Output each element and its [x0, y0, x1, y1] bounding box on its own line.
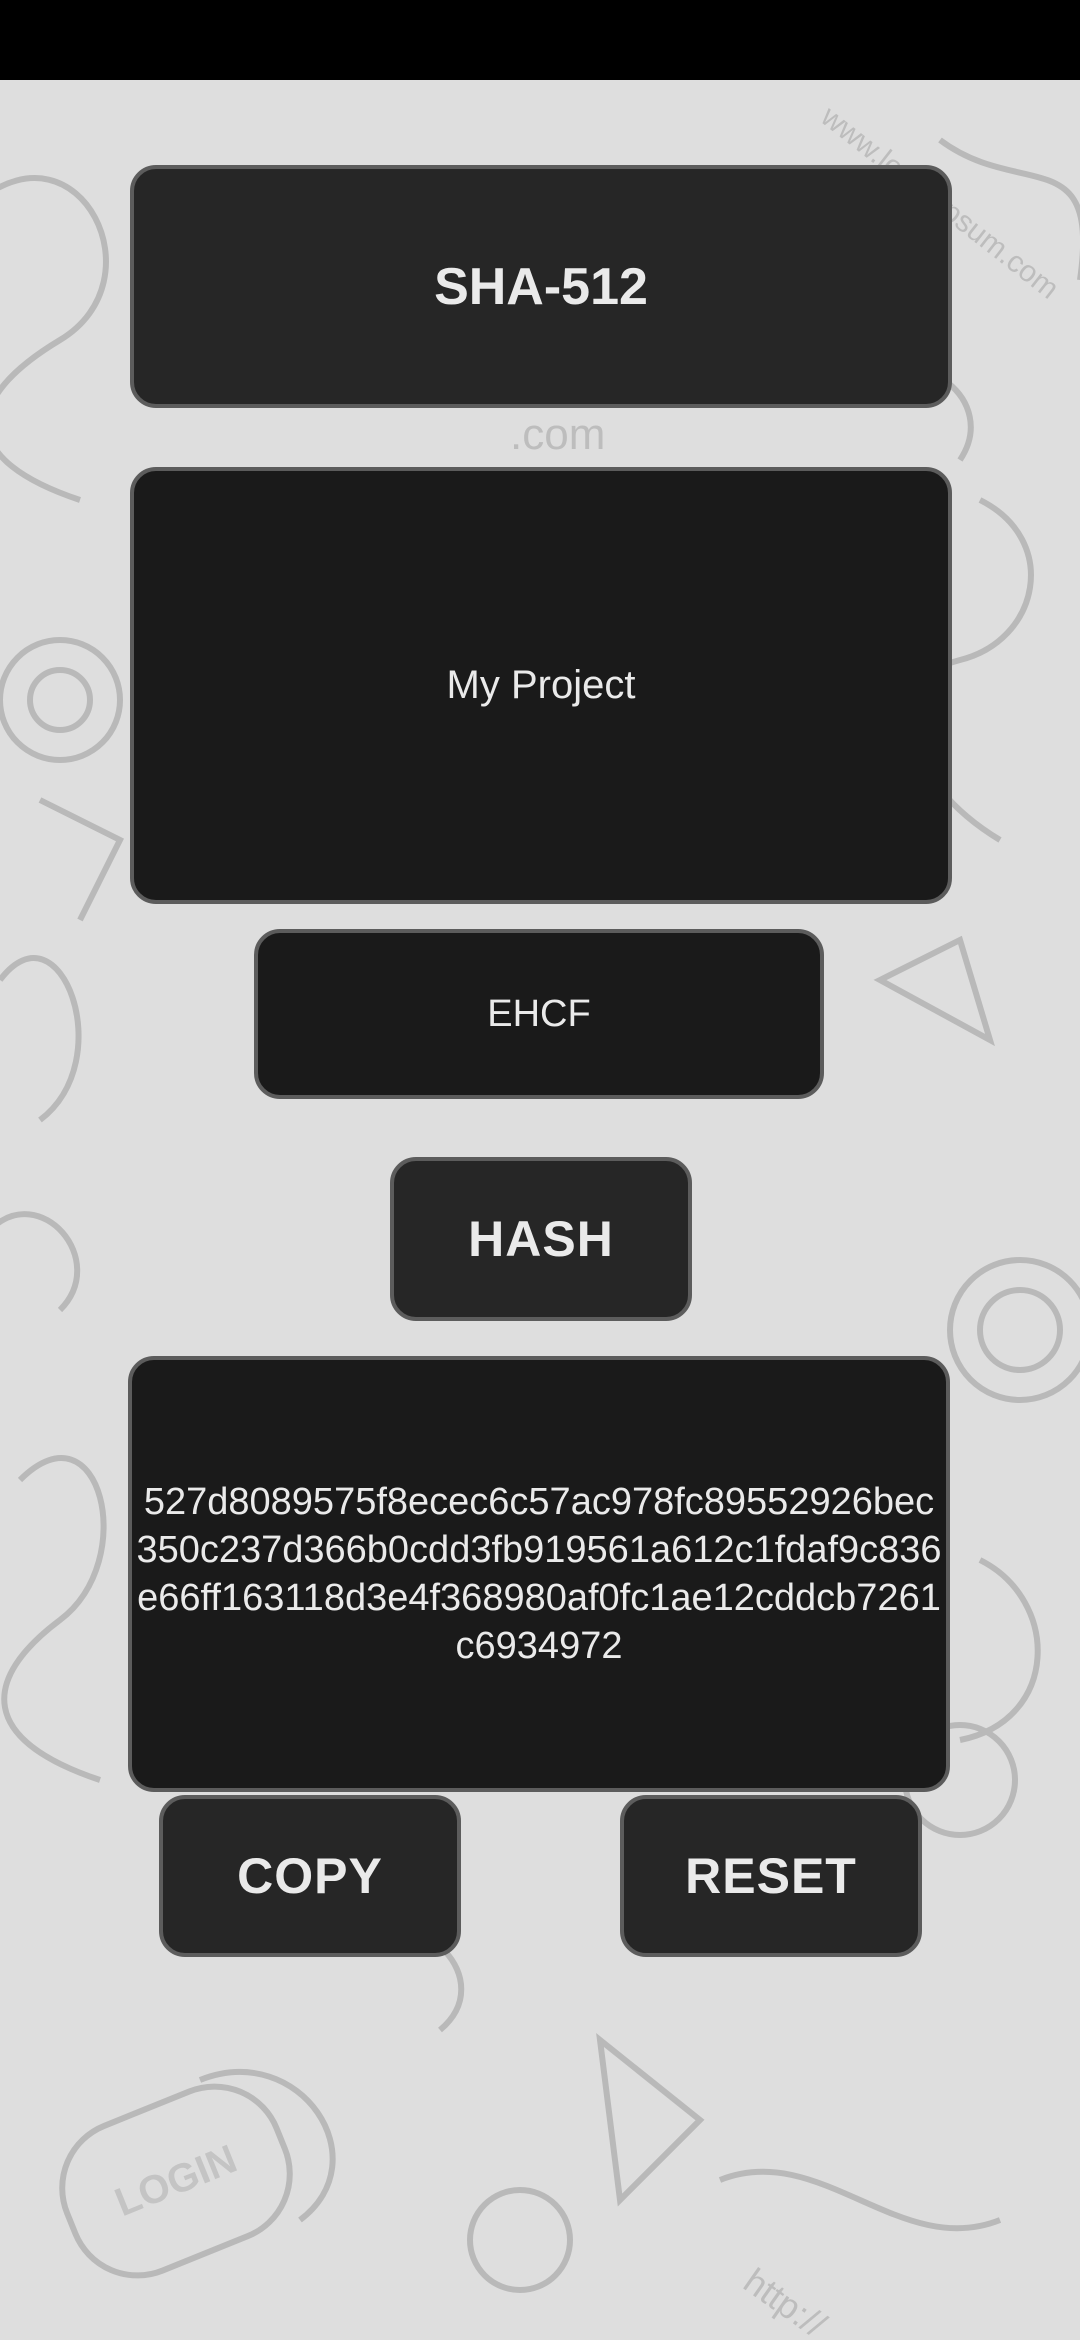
- copy-button[interactable]: COPY: [159, 1795, 461, 1957]
- watermark-mid-text: .com: [510, 410, 606, 459]
- input-text-field[interactable]: My Project: [130, 467, 952, 904]
- page-title: SHA-512: [130, 165, 952, 408]
- reset-button[interactable]: RESET: [620, 1795, 922, 1957]
- hash-output[interactable]: 527d8089575f8ecec6c57ac978fc89552926bec3…: [128, 1356, 950, 1792]
- hash-button[interactable]: HASH: [390, 1157, 692, 1321]
- login-badge-text: LOGIN: [108, 2136, 243, 2225]
- status-bar: [0, 0, 1080, 80]
- code-field[interactable]: EHCF: [254, 929, 824, 1099]
